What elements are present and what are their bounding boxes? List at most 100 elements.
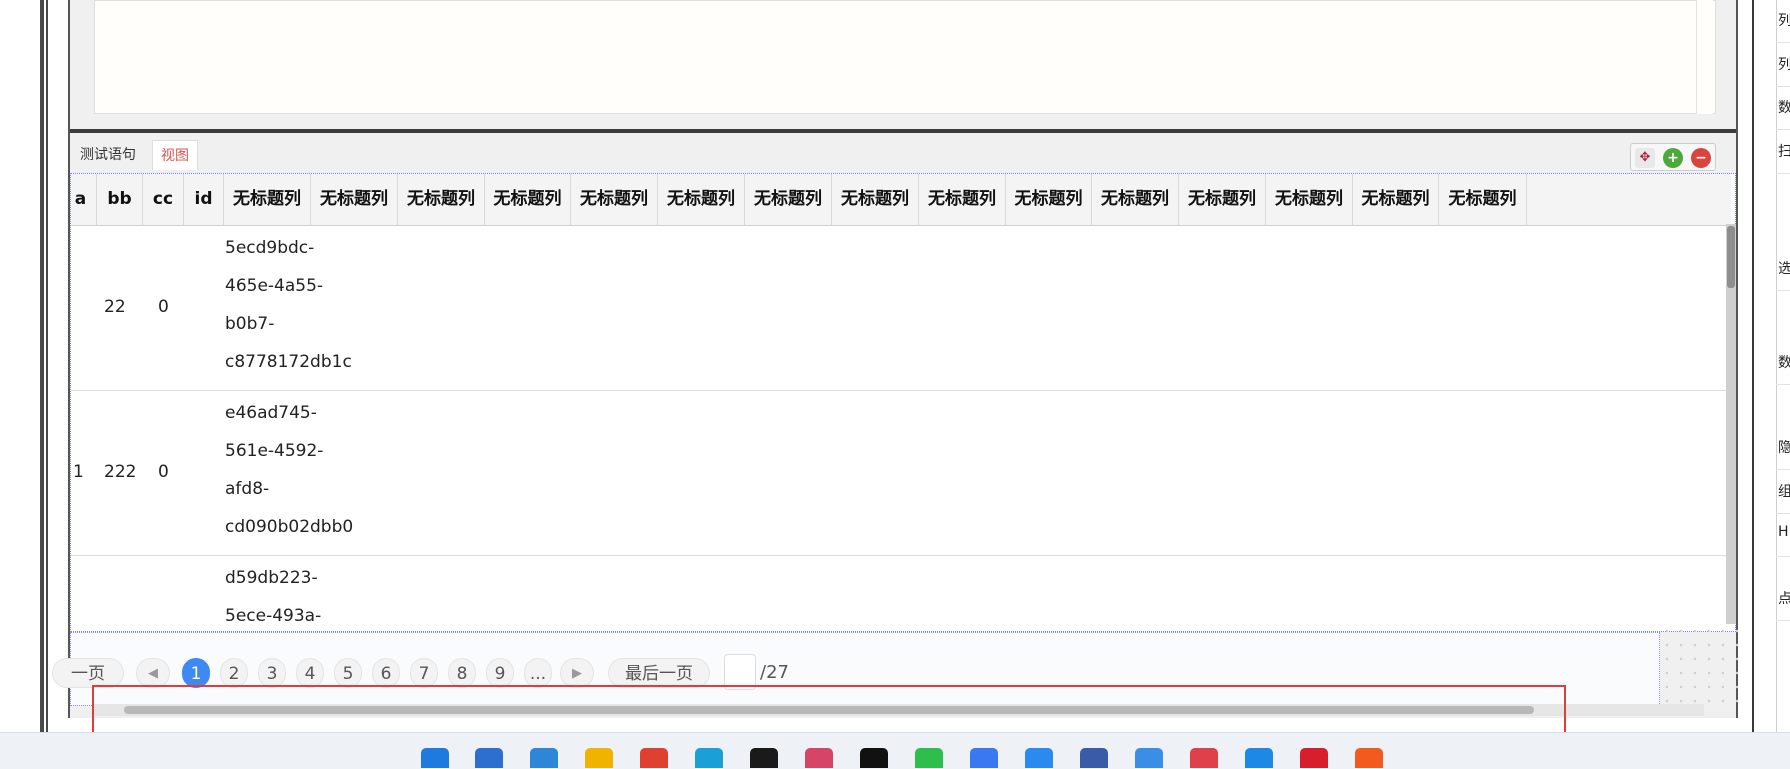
- sql-editor[interactable]: [94, 0, 1716, 114]
- column-header[interactable]: 无标题列: [1092, 174, 1179, 225]
- cell-id-line: b0b7-: [225, 314, 275, 334]
- column-header[interactable]: 无标题列: [398, 174, 485, 225]
- column-header[interactable]: 无标题列: [745, 174, 832, 225]
- left-divider: [40, 0, 44, 732]
- left-panel: [0, 0, 40, 732]
- minus-icon[interactable]: −: [1691, 148, 1711, 168]
- column-header[interactable]: 无标题列: [485, 174, 571, 225]
- property-divider: [1776, 290, 1790, 291]
- property-divider: [1776, 469, 1790, 470]
- page-number[interactable]: 8: [448, 658, 476, 688]
- left-divider-inner: [46, 0, 48, 732]
- page-number[interactable]: 3: [258, 658, 286, 688]
- grid-toolbar: ✥ + −: [1630, 143, 1716, 171]
- column-header[interactable]: bb: [97, 174, 143, 225]
- property-divider: [1776, 513, 1790, 514]
- grid-header: a bb cc id 无标题列 无标题列 无标题列 无标题列 无标题列 无标题列 无标题列 无标题列无…: [71, 174, 1731, 226]
- property-divider: [1776, 173, 1790, 174]
- column-header[interactable]: 无标题列: [1266, 174, 1353, 225]
- column-header[interactable]: 无标题列: [1353, 174, 1439, 225]
- page-number[interactable]: 2: [220, 658, 248, 688]
- webstorm-icon[interactable]: [750, 748, 778, 768]
- column-header[interactable]: 无标题列: [1006, 174, 1092, 225]
- wechat-icon[interactable]: [915, 748, 943, 768]
- dingtalk-icon[interactable]: [1025, 748, 1053, 768]
- feishu-icon[interactable]: [970, 748, 998, 768]
- property-label[interactable]: 隐: [1778, 437, 1790, 457]
- property-label[interactable]: 列: [1778, 10, 1790, 30]
- page-number[interactable]: 9: [486, 658, 514, 688]
- dotted-pattern: [1660, 624, 1738, 712]
- page-number[interactable]: ...: [524, 658, 552, 688]
- property-label[interactable]: 列: [1778, 54, 1790, 74]
- column-header[interactable]: 无标题列: [919, 174, 1006, 225]
- notepad-icon[interactable]: [530, 748, 558, 768]
- property-divider: [1776, 129, 1790, 130]
- eraser-icon[interactable]: [1190, 748, 1218, 768]
- windows-start-icon[interactable]: [421, 748, 449, 768]
- table-row[interactable]: 1 222 0 e46ad745- 561e-4592- afd8- cd090b02dbb…: [71, 390, 1731, 556]
- cell-id: e46ad745- 561e-4592- afd8- cd090b02dbb0: [225, 394, 353, 546]
- intellij-icon[interactable]: [805, 748, 833, 768]
- tab-test-statement[interactable]: 测试语句: [72, 140, 144, 170]
- property-divider: [1776, 384, 1790, 385]
- property-label[interactable]: 数: [1778, 97, 1790, 117]
- triangle-right-icon[interactable]: ▶: [560, 658, 594, 688]
- cell-id-line: cd090b02dbb0: [225, 517, 354, 537]
- taskbar: [0, 732, 1790, 769]
- cell-id-line: afd8-: [225, 479, 270, 499]
- cell-cc: 0: [158, 297, 169, 317]
- property-label[interactable]: 扫: [1778, 141, 1790, 161]
- column-header[interactable]: 无标题列: [224, 174, 311, 225]
- page-number[interactable]: 4: [296, 658, 324, 688]
- qq-icon[interactable]: [860, 748, 888, 768]
- editor-scrollbar[interactable]: [1696, 0, 1713, 114]
- property-divider: [1776, 620, 1790, 621]
- column-header[interactable]: cc: [143, 174, 184, 225]
- column-header[interactable]: 无标题列: [571, 174, 658, 225]
- table-row[interactable]: 22 0 5ecd9bdc- 465e-4a55- b0b7- c8778172db1c: [71, 225, 1731, 391]
- column-header[interactable]: 无标题列: [832, 174, 919, 225]
- property-label[interactable]: 选: [1778, 258, 1790, 278]
- cell-id: 5ecd9bdc- 465e-4a55- b0b7- c8778172db1c: [225, 229, 352, 381]
- cell-id-line: 465e-4a55-: [225, 276, 324, 296]
- property-label[interactable]: H: [1778, 524, 1790, 540]
- store-icon[interactable]: [475, 748, 503, 768]
- column-header[interactable]: 无标题列: [311, 174, 398, 225]
- page-number-current[interactable]: 1: [182, 658, 210, 688]
- netease-music-icon[interactable]: [1300, 748, 1328, 768]
- right-divider: [1752, 0, 1754, 732]
- cell-id-line: e46ad745-: [225, 403, 317, 423]
- page-total: /27: [760, 662, 789, 683]
- move-icon[interactable]: ✥: [1635, 148, 1655, 168]
- cell-id-line: 5ecd9bdc-: [225, 238, 315, 258]
- send-icon[interactable]: [1245, 748, 1273, 768]
- property-label[interactable]: 点: [1778, 588, 1790, 608]
- column-header[interactable]: 无标题列: [1439, 174, 1527, 225]
- cell-id-line: 5ece-493a-: [225, 606, 322, 626]
- grid-vertical-scroll-thumb[interactable]: [1727, 226, 1735, 288]
- folder-icon[interactable]: [585, 748, 613, 768]
- property-label[interactable]: 数: [1778, 352, 1790, 372]
- triangle-left-icon[interactable]: ◀: [136, 658, 170, 688]
- page-number[interactable]: 5: [334, 658, 362, 688]
- property-label[interactable]: 组: [1778, 481, 1790, 501]
- first-page-button[interactable]: 一页: [52, 658, 124, 688]
- remote-desktop-icon[interactable]: [1080, 748, 1108, 768]
- column-header[interactable]: 无标题列: [658, 174, 745, 225]
- cell-cc: 0: [158, 462, 169, 482]
- page-number[interactable]: 6: [372, 658, 400, 688]
- column-header[interactable]: id: [184, 174, 224, 225]
- tab-view[interactable]: 视图: [152, 140, 198, 170]
- last-page-button[interactable]: 最后一页: [608, 658, 710, 688]
- edge-icon[interactable]: [695, 748, 723, 768]
- plus-icon[interactable]: +: [1663, 148, 1683, 168]
- highlight-box: [92, 685, 1566, 735]
- cloud-icon[interactable]: [1135, 748, 1163, 768]
- column-header[interactable]: 无标题列: [1179, 174, 1266, 225]
- chrome-icon[interactable]: [640, 748, 668, 768]
- table-row[interactable]: d59db223- 5ece-493a-: [71, 555, 1731, 631]
- page-number[interactable]: 7: [410, 658, 438, 688]
- column-header[interactable]: a: [71, 174, 97, 225]
- video-icon[interactable]: [1355, 748, 1383, 768]
